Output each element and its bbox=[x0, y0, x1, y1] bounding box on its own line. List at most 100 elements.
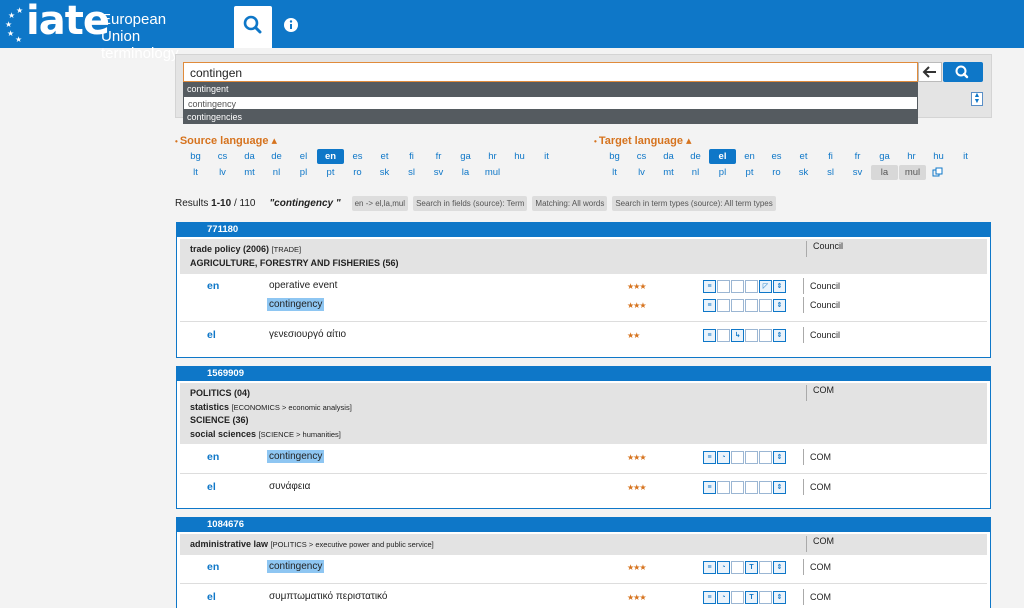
language-option-lt[interactable]: lt bbox=[601, 165, 628, 180]
term-text[interactable]: contingency bbox=[267, 560, 325, 573]
source-language-toggle[interactable]: • Source language ▴ bbox=[175, 134, 277, 147]
option-spinner[interactable]: ▲ ▼ bbox=[971, 92, 983, 106]
text-icon[interactable]: T bbox=[745, 591, 758, 604]
suggestion-item[interactable]: contingencies bbox=[183, 110, 918, 124]
term-text[interactable]: συνάφεια bbox=[267, 480, 312, 493]
tab-info[interactable] bbox=[276, 10, 306, 40]
language-option-it[interactable]: it bbox=[952, 149, 979, 164]
definition-icon[interactable]: ≡ bbox=[703, 299, 716, 312]
language-option-el[interactable]: el bbox=[709, 149, 736, 164]
expand-icon[interactable]: ⇕ bbox=[773, 299, 786, 312]
language-option-sl[interactable]: sl bbox=[817, 165, 844, 180]
term-text[interactable]: contingency bbox=[267, 450, 325, 463]
suggestion-item[interactable]: contingency bbox=[183, 96, 918, 110]
language-option-ga[interactable]: ga bbox=[871, 149, 898, 164]
language-option-pt[interactable]: pt bbox=[736, 165, 763, 180]
context-icon[interactable]: ◔ bbox=[717, 451, 730, 464]
language-option-es[interactable]: es bbox=[763, 149, 790, 164]
filter-chip[interactable]: Matching: All words bbox=[532, 196, 608, 211]
search-button[interactable] bbox=[943, 62, 983, 82]
language-option-lt[interactable]: lt bbox=[182, 165, 209, 180]
expand-icon[interactable]: ⇕ bbox=[773, 591, 786, 604]
language-option-mt[interactable]: mt bbox=[236, 165, 263, 180]
language-option-lv[interactable]: lv bbox=[628, 165, 655, 180]
language-option-ro[interactable]: ro bbox=[344, 165, 371, 180]
definition-icon[interactable]: ≡ bbox=[703, 329, 716, 342]
entry-id[interactable]: 771180 bbox=[177, 223, 990, 237]
language-option-fr[interactable]: fr bbox=[844, 149, 871, 164]
definition-icon[interactable]: ≡ bbox=[703, 561, 716, 574]
language-option-es[interactable]: es bbox=[344, 149, 371, 164]
reference-icon[interactable]: ↳ bbox=[731, 329, 744, 342]
language-option-cs[interactable]: cs bbox=[628, 149, 655, 164]
language-option-hr[interactable]: hr bbox=[898, 149, 925, 164]
search-input[interactable]: contingen bbox=[183, 62, 918, 82]
suggestion-item[interactable]: contingent bbox=[183, 82, 918, 96]
language-option-sk[interactable]: sk bbox=[790, 165, 817, 180]
language-option-it[interactable]: it bbox=[533, 149, 560, 164]
copy-icon[interactable] bbox=[927, 165, 947, 180]
language-option-sk[interactable]: sk bbox=[371, 165, 398, 180]
context-icon[interactable]: ◔ bbox=[717, 561, 730, 574]
term-text[interactable]: συμπτωματικό περιστατικό bbox=[267, 590, 390, 603]
language-option-nl[interactable]: nl bbox=[682, 165, 709, 180]
entry-id[interactable]: 1569909 bbox=[177, 367, 990, 381]
language-option-da[interactable]: da bbox=[655, 149, 682, 164]
tab-search[interactable] bbox=[234, 6, 272, 48]
language-option-ga[interactable]: ga bbox=[452, 149, 479, 164]
language-option-da[interactable]: da bbox=[236, 149, 263, 164]
language-option-cs[interactable]: cs bbox=[209, 149, 236, 164]
language-option-ro[interactable]: ro bbox=[763, 165, 790, 180]
language-option-sv[interactable]: sv bbox=[844, 165, 871, 180]
note-icon[interactable]: ◸ bbox=[759, 280, 772, 293]
definition-icon[interactable]: ≡ bbox=[703, 451, 716, 464]
language-option-fi[interactable]: fi bbox=[398, 149, 425, 164]
language-option-mul[interactable]: mul bbox=[479, 165, 506, 180]
language-option-pl[interactable]: pl bbox=[290, 165, 317, 180]
language-option-sv[interactable]: sv bbox=[425, 165, 452, 180]
term-text[interactable]: γενεσιουργό αίτιο bbox=[267, 328, 348, 341]
language-option-la[interactable]: la bbox=[452, 165, 479, 180]
language-option-et[interactable]: et bbox=[790, 149, 817, 164]
term-text[interactable]: operative event bbox=[267, 279, 339, 292]
language-option-de[interactable]: de bbox=[263, 149, 290, 164]
filter-chip[interactable]: en -> el,la,mul bbox=[351, 196, 409, 211]
language-option-pt[interactable]: pt bbox=[317, 165, 344, 180]
language-option-hu[interactable]: hu bbox=[506, 149, 533, 164]
term-text[interactable]: contingency bbox=[267, 298, 325, 311]
language-option-bg[interactable]: bg bbox=[182, 149, 209, 164]
filter-chip[interactable]: Search in term types (source): All term … bbox=[612, 196, 776, 211]
language-option-sl[interactable]: sl bbox=[398, 165, 425, 180]
target-language-toggle[interactable]: • Target language ▴ bbox=[594, 134, 692, 147]
language-option-fi[interactable]: fi bbox=[817, 149, 844, 164]
language-option-hr[interactable]: hr bbox=[479, 149, 506, 164]
definition-icon[interactable]: ≡ bbox=[703, 591, 716, 604]
filter-chip[interactable]: Search in fields (source): Term bbox=[413, 196, 528, 211]
language-option-lv[interactable]: lv bbox=[209, 165, 236, 180]
expand-icon[interactable]: ⇕ bbox=[773, 481, 786, 494]
definition-icon[interactable]: ≡ bbox=[703, 481, 716, 494]
language-option-en[interactable]: en bbox=[736, 149, 763, 164]
language-option-mt[interactable]: mt bbox=[655, 165, 682, 180]
language-option-en[interactable]: en bbox=[317, 149, 344, 164]
language-option-nl[interactable]: nl bbox=[263, 165, 290, 180]
definition-icon[interactable]: ≡ bbox=[703, 280, 716, 293]
expand-icon[interactable]: ⇕ bbox=[773, 561, 786, 574]
language-option-de[interactable]: de bbox=[682, 149, 709, 164]
text-icon[interactable]: T bbox=[745, 561, 758, 574]
entry-id[interactable]: 1084676 bbox=[177, 518, 990, 532]
expand-icon[interactable]: ⇕ bbox=[773, 280, 786, 293]
language-option-mul[interactable]: mul bbox=[899, 165, 926, 180]
language-option-la[interactable]: la bbox=[871, 165, 898, 180]
back-button[interactable] bbox=[918, 62, 942, 82]
language-option-bg[interactable]: bg bbox=[601, 149, 628, 164]
language-option-et[interactable]: et bbox=[371, 149, 398, 164]
expand-icon[interactable]: ⇕ bbox=[773, 451, 786, 464]
language-option-pl[interactable]: pl bbox=[709, 165, 736, 180]
language-option-fr[interactable]: fr bbox=[425, 149, 452, 164]
context-icon[interactable]: ◔ bbox=[717, 591, 730, 604]
iate-logo[interactable]: ★ ★ ★ ★ ★ iate European Union terminolog… bbox=[4, 0, 204, 62]
language-option-hu[interactable]: hu bbox=[925, 149, 952, 164]
language-option-el[interactable]: el bbox=[290, 149, 317, 164]
expand-icon[interactable]: ⇕ bbox=[773, 329, 786, 342]
